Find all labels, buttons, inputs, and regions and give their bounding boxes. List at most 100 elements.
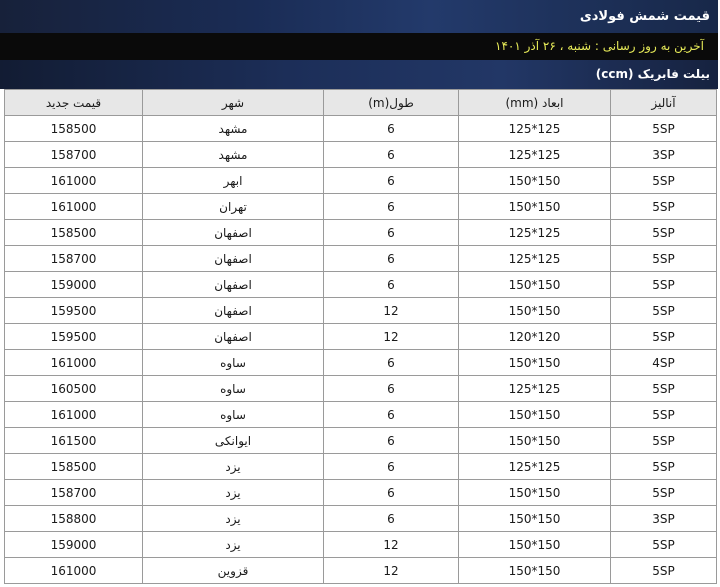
header-new-price: قیمت جدید [4,89,143,116]
cell-length: 6 [323,141,459,168]
cell-analysis: 5SP [610,323,717,350]
cell-price: 158700 [4,141,143,168]
cell-dimensions: 150*150 [458,557,611,584]
cell-price: 158800 [4,505,143,532]
table-row: 5SP 150*150 6 اصفهان 159000 [4,271,717,298]
cell-analysis: 5SP [610,115,717,142]
table-row: 3SP 125*125 6 مشهد 158700 [4,141,717,168]
header-analysis: آنالیز [610,89,717,116]
header-dimensions: ابعاد (mm) [458,89,611,116]
cell-city: ساوه [142,401,324,428]
cell-city: اصفهان [142,245,324,272]
cell-price: 159500 [4,323,143,350]
cell-price: 158500 [4,115,143,142]
cell-city: قزوین [142,557,324,584]
cell-price: 161000 [4,349,143,376]
cell-analysis: 5SP [610,557,717,584]
cell-analysis: 5SP [610,453,717,480]
cell-length: 6 [323,219,459,246]
cell-length: 12 [323,531,459,558]
cell-dimensions: 125*125 [458,245,611,272]
cell-dimensions: 150*150 [458,401,611,428]
cell-analysis: 3SP [610,141,717,168]
cell-length: 6 [323,115,459,142]
cell-dimensions: 150*150 [458,531,611,558]
page-title: قیمت شمش فولادی [0,0,718,33]
cell-city: ایوانکی [142,427,324,454]
cell-price: 161000 [4,167,143,194]
cell-city: ساوه [142,375,324,402]
table-row: 5SP 150*150 6 تهران 161000 [4,193,717,220]
cell-analysis: 4SP [610,349,717,376]
cell-city: یزد [142,479,324,506]
section-title: بیلت فابریک (ccm) [0,60,718,89]
cell-price: 158500 [4,453,143,480]
cell-price: 158500 [4,219,143,246]
cell-city: تهران [142,193,324,220]
cell-dimensions: 150*150 [458,505,611,532]
table-row: 5SP 150*150 6 ساوه 161000 [4,401,717,428]
cell-city: اصفهان [142,219,324,246]
cell-dimensions: 150*150 [458,297,611,324]
cell-length: 6 [323,245,459,272]
table-row: 4SP 150*150 6 ساوه 161000 [4,349,717,376]
cell-length: 6 [323,375,459,402]
cell-analysis: 5SP [610,245,717,272]
cell-length: 6 [323,453,459,480]
table-body: 5SP 125*125 6 مشهد 158500 3SP 125*125 6 مشهد 1587… [4,115,717,584]
cell-analysis: 3SP [610,505,717,532]
cell-price: 161000 [4,557,143,584]
cell-length: 12 [323,557,459,584]
cell-dimensions: 120*120 [458,323,611,350]
cell-analysis: 5SP [610,219,717,246]
price-panel: قیمت شمش فولادی آخرین به روز رسانی : شنب… [0,0,720,587]
cell-dimensions: 150*150 [458,271,611,298]
table-row: 5SP 150*150 6 ابهر 161000 [4,167,717,194]
table-row: 5SP 150*150 6 ایوانکی 161500 [4,427,717,454]
header-length: طول(m) [323,89,459,116]
cell-price: 160500 [4,375,143,402]
cell-price: 158700 [4,245,143,272]
cell-price: 159000 [4,531,143,558]
cell-length: 6 [323,167,459,194]
cell-dimensions: 150*150 [458,479,611,506]
cell-length: 6 [323,271,459,298]
cell-price: 161000 [4,193,143,220]
cell-dimensions: 150*150 [458,349,611,376]
cell-city: مشهد [142,141,324,168]
table-header-row: آنالیز ابعاد (mm) طول(m) شهر قیمت جدید [4,89,717,116]
cell-analysis: 5SP [610,193,717,220]
table-row: 5SP 120*120 12 اصفهان 159500 [4,323,717,350]
cell-price: 158700 [4,479,143,506]
cell-dimensions: 150*150 [458,167,611,194]
table-row: 5SP 150*150 12 قزوین 161000 [4,557,717,584]
table-row: 5SP 150*150 6 یزد 158700 [4,479,717,506]
cell-city: یزد [142,505,324,532]
cell-dimensions: 125*125 [458,219,611,246]
table-row: 5SP 150*150 12 یزد 159000 [4,531,717,558]
cell-price: 159000 [4,271,143,298]
table-row: 5SP 125*125 6 یزد 158500 [4,453,717,480]
cell-length: 6 [323,505,459,532]
table-row: 5SP 150*150 12 اصفهان 159500 [4,297,717,324]
cell-analysis: 5SP [610,297,717,324]
cell-city: یزد [142,453,324,480]
cell-analysis: 5SP [610,479,717,506]
table-row: 5SP 125*125 6 اصفهان 158700 [4,245,717,272]
cell-price: 161000 [4,401,143,428]
cell-dimensions: 125*125 [458,141,611,168]
header-city: شهر [142,89,324,116]
cell-analysis: 5SP [610,427,717,454]
cell-length: 6 [323,479,459,506]
table-row: 5SP 125*125 6 مشهد 158500 [4,115,717,142]
cell-price: 159500 [4,297,143,324]
cell-city: یزد [142,531,324,558]
cell-analysis: 5SP [610,375,717,402]
cell-length: 6 [323,401,459,428]
table-row: 5SP 125*125 6 ساوه 160500 [4,375,717,402]
cell-city: مشهد [142,115,324,142]
cell-city: ابهر [142,167,324,194]
cell-dimensions: 125*125 [458,375,611,402]
cell-length: 6 [323,349,459,376]
table-row: 3SP 150*150 6 یزد 158800 [4,505,717,532]
